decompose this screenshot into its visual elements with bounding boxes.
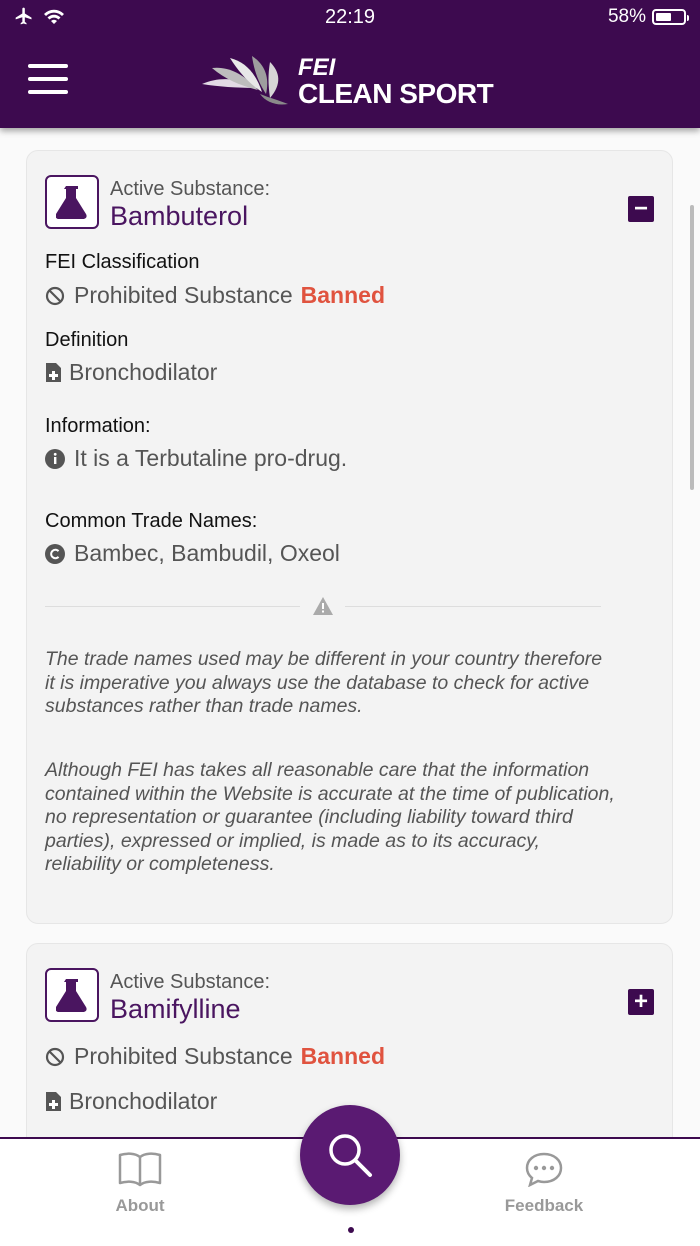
tab-about[interactable]: About bbox=[80, 1151, 200, 1216]
classification-label: FEI Classification bbox=[45, 251, 200, 273]
active-substance-label: Active Substance: bbox=[110, 971, 271, 993]
tab-feedback-label: Feedback bbox=[504, 1196, 584, 1215]
fei-clean-sport-logo: FEI CLEAN SPORT bbox=[200, 54, 494, 110]
disclaimer-trade-names: The trade names used may be different in… bbox=[45, 648, 603, 718]
leaf-logo-icon bbox=[202, 56, 288, 105]
medical-document-icon bbox=[45, 1092, 61, 1112]
search-icon bbox=[329, 1134, 372, 1177]
copyright-icon bbox=[45, 543, 65, 564]
classification-text: Prohibited Substance bbox=[74, 282, 293, 308]
logo-clean-sport-text: CLEAN SPORT bbox=[298, 78, 494, 109]
medical-document-icon bbox=[45, 363, 61, 383]
prohibited-icon bbox=[45, 286, 65, 306]
definition-row: Bronchodilator bbox=[45, 1088, 217, 1115]
trade-names-row: Bambec, Bambudil, Oxeol bbox=[45, 540, 340, 567]
classification-text: Prohibited Substance bbox=[74, 1043, 293, 1069]
status-right: 58% bbox=[607, 6, 689, 28]
app-header: 22:19 58% FEI CLEAN SPORT bbox=[0, 0, 700, 128]
logo-fei-text: FEI bbox=[298, 54, 336, 81]
search-button[interactable] bbox=[300, 1105, 400, 1205]
expand-button[interactable]: + bbox=[628, 989, 654, 1015]
definition-label: Definition bbox=[45, 329, 129, 351]
info-icon bbox=[45, 448, 65, 469]
warning-divider bbox=[45, 597, 601, 617]
substance-card[interactable]: Active Substance: Bambuterol − FEI Class… bbox=[26, 150, 673, 924]
definition-text: Bronchodilator bbox=[69, 359, 218, 385]
collapse-button[interactable]: − bbox=[628, 196, 654, 222]
trade-names-text: Bambec, Bambudil, Oxeol bbox=[74, 540, 340, 566]
battery-icon bbox=[652, 9, 689, 25]
trade-names-label: Common Trade Names: bbox=[45, 510, 258, 532]
tab-feedback[interactable]: Feedback bbox=[484, 1151, 604, 1216]
active-tab-indicator bbox=[348, 1227, 354, 1233]
substance-name: Bamifylline bbox=[110, 994, 241, 1024]
information-label: Information: bbox=[45, 415, 151, 437]
warning-icon bbox=[313, 597, 333, 615]
status-badge: Banned bbox=[300, 1043, 385, 1069]
battery-percent: 58% bbox=[607, 6, 646, 27]
disclaimer-liability: Although FEI has takes all reasonable ca… bbox=[45, 759, 615, 876]
tab-about-label: About bbox=[115, 1196, 165, 1215]
substance-list[interactable]: Active Substance: Bambuterol − FEI Class… bbox=[0, 128, 700, 1138]
definition-text: Bronchodilator bbox=[69, 1088, 218, 1114]
prohibited-icon bbox=[45, 1047, 65, 1067]
menu-button[interactable] bbox=[28, 64, 68, 98]
status-bar: 22:19 58% bbox=[0, 0, 700, 36]
flask-icon bbox=[45, 175, 99, 229]
information-row: It is a Terbutaline pro-drug. bbox=[45, 445, 347, 472]
substance-name: Bambuterol bbox=[110, 201, 249, 231]
status-time: 22:19 bbox=[324, 6, 376, 28]
chat-icon bbox=[525, 1152, 563, 1188]
status-badge: Banned bbox=[300, 282, 385, 308]
information-text: It is a Terbutaline pro-drug. bbox=[74, 445, 348, 471]
classification-row: Prohibited Substance Banned bbox=[45, 1043, 385, 1070]
flask-icon bbox=[45, 968, 99, 1022]
classification-row: Prohibited Substance Banned bbox=[45, 282, 385, 309]
hamburger-icon bbox=[28, 64, 68, 68]
scrollbar[interactable] bbox=[690, 205, 694, 490]
active-substance-label: Active Substance: bbox=[110, 178, 271, 200]
definition-row: Bronchodilator bbox=[45, 359, 217, 386]
book-icon bbox=[118, 1152, 162, 1187]
